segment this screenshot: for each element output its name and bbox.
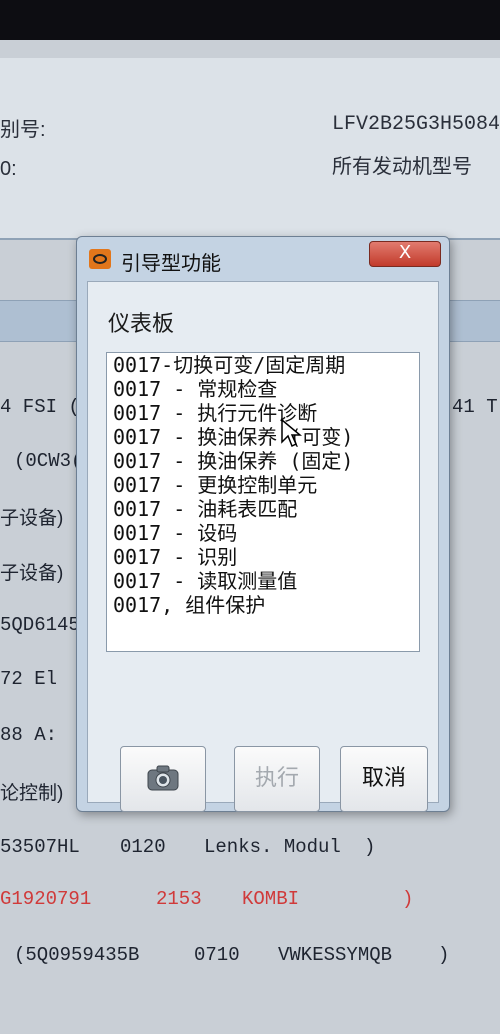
list-item[interactable]: 0017-切换可变/固定周期 [107,353,419,377]
list-item[interactable]: 0017 - 油耗表匹配 [107,497,419,521]
function-list[interactable]: 0017-切换可变/固定周期 0017 - 常规检查 0017 - 执行元件诊断… [106,352,420,652]
list-item[interactable]: 0017 - 换油保养 (可变) [107,425,419,449]
dialog-panel: 仪表板 0017-切换可变/固定周期 0017 - 常规检查 0017 - 执行… [87,281,439,812]
camera-icon [147,765,179,791]
bg-row-2: (0CW3( [14,450,83,472]
list-item[interactable]: 0017 - 执行元件诊断 [107,401,419,425]
dialog-title: 引导型功能 [121,251,221,275]
module-code: 0120 [120,836,166,858]
list-item[interactable]: 0017 - 设码 [107,521,419,545]
list-item[interactable]: 0017 - 常规检查 [107,377,419,401]
module-part: 53507HL [0,836,80,858]
screenshot-button[interactable] [120,746,206,812]
colon-label: 0: [0,158,17,180]
execute-button[interactable]: 执行 [234,746,320,812]
list-item[interactable]: 0017 - 更换控制单元 [107,473,419,497]
cancel-button[interactable]: 取消 [340,746,428,812]
module-name: KOMBI [242,888,300,910]
list-item[interactable]: 0017 - 换油保养 (固定) [107,449,419,473]
bg-row-3: 子设备) [0,508,64,529]
vehicle-info-header: 别号: LFV2B25G3H5084 0: 所有发动机型号 [0,58,500,240]
bg-row-5: 5QD6145 [0,614,80,636]
bg-row-1-right: 41 T [452,396,498,418]
list-item[interactable]: 0017, 组件保护 [107,593,419,617]
module-part: (5Q0959435B [14,944,140,966]
bg-row-1: 4 FSI ( [0,396,80,418]
module-code: 2153 [156,888,202,910]
module-close: ) [402,888,414,910]
module-close: ) [438,944,450,966]
section-title: 仪表板 [108,312,175,337]
module-name: Lenks. Modul [204,836,341,858]
module-close: ) [364,836,376,858]
mouse-cursor-icon [281,418,302,448]
engine-type: 所有发动机型号 [332,156,472,178]
guided-functions-dialog: 引导型功能 X 仪表板 0017-切换可变/固定周期 0017 - 常规检查 0… [76,236,450,812]
module-name: VWKESSYMQB [278,944,393,966]
dialog-titlebar[interactable]: 引导型功能 X [77,237,449,281]
vin-value: LFV2B25G3H5084 [332,113,500,136]
bg-row-7: 88 A: [0,724,58,746]
bg-row-6: 72 El [0,668,58,690]
module-code: 0710 [194,944,240,966]
bg-row-4: 子设备) [0,563,64,584]
bg-row-8: 论控制) [0,783,64,804]
close-button[interactable]: X [369,241,441,267]
list-item[interactable]: 0017 - 识别 [107,545,419,569]
app-logo-icon [89,249,111,269]
vin-label: 别号: [0,119,46,141]
list-item[interactable]: 0017 - 读取测量值 [107,569,419,593]
module-part: G1920791 [0,888,92,910]
